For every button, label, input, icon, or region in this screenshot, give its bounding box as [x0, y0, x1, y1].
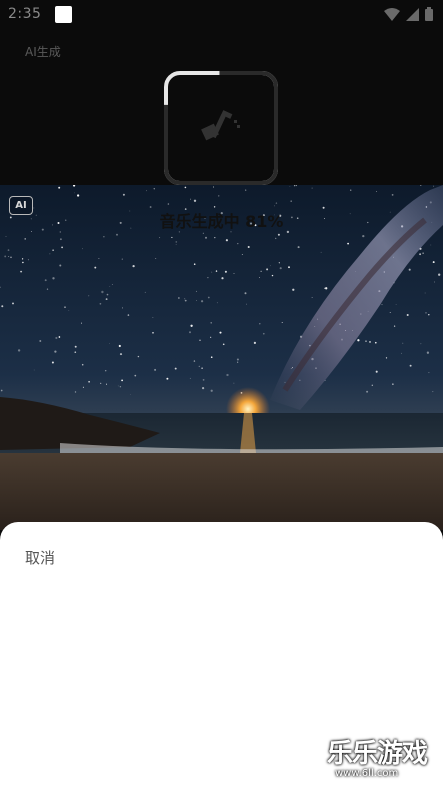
signal-icon [406, 7, 419, 21]
notification-square-icon [55, 6, 72, 23]
page-title: AI生成 [25, 45, 61, 59]
watermark-brand: 乐乐游戏 [327, 739, 428, 769]
battery-icon [425, 7, 433, 21]
music-note-icon [201, 110, 240, 141]
progress-label: 音乐生成中 81% [159, 212, 284, 231]
watermark-logo: 乐乐游戏 www.6ll.com [325, 731, 443, 789]
generated-image [0, 185, 443, 530]
cancel-button[interactable]: 取消 [25, 547, 55, 568]
status-icons [384, 7, 433, 21]
status-time: 2:35 [8, 6, 42, 22]
status-bar: 2:35 [0, 0, 443, 30]
wifi-icon [384, 7, 400, 21]
watermark-url: www.6ll.com [335, 768, 399, 779]
